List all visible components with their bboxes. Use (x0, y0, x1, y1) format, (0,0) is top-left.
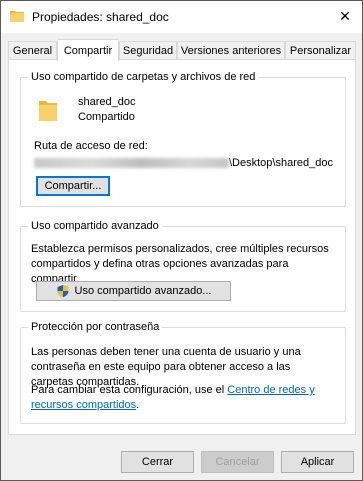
close-icon: ✕ (339, 7, 351, 24)
network-sharing-group: Uso compartido de carpetas y archivos de… (20, 70, 346, 207)
shared-item-status: Compartido (78, 111, 135, 123)
tab-versiones-anteriores[interactable]: Versiones anteriores (177, 41, 285, 60)
window-title: Propiedades: shared_doc (32, 10, 169, 24)
tab-personalizar[interactable]: Personalizar (285, 41, 356, 60)
tab-seguridad[interactable]: Seguridad (119, 41, 177, 60)
password-protection-title: Protección por contraseña (28, 320, 163, 334)
redacted-path-segment (34, 158, 229, 169)
tab-strip: General Compartir Seguridad Versiones an… (8, 39, 358, 61)
network-path-label: Ruta de acceso de red: (34, 140, 148, 152)
folder-icon (39, 101, 57, 121)
title-bar[interactable]: Propiedades: shared_doc ✕ (1, 1, 362, 33)
network-path-suffix: \Desktop\shared_doc (229, 157, 333, 169)
close-button[interactable]: ✕ (330, 1, 360, 31)
advanced-sharing-title: Uso compartido avanzado (28, 219, 162, 233)
properties-window: Propiedades: shared_doc ✕ General Compar… (0, 0, 363, 481)
share-button[interactable]: Compartir... (36, 176, 110, 196)
apply-button[interactable]: Aplicar (281, 451, 354, 473)
password-protection-group: Protección por contraseña Las personas d… (20, 320, 346, 424)
cancel-button[interactable]: Cancelar (201, 451, 274, 473)
change-settings-suffix: . (136, 399, 140, 411)
folder-icon (10, 11, 24, 22)
network-sharing-title: Uso compartido de carpetas y archivos de… (28, 70, 259, 84)
advanced-sharing-button-label: Uso compartido avanzado... (74, 285, 212, 297)
advanced-sharing-group: Uso compartido avanzado Establezca permi… (20, 219, 346, 312)
password-protection-change-text: Para cambiar esta configuración, use el … (31, 383, 331, 413)
change-settings-prefix: Para cambiar esta configuración, use el (31, 384, 228, 396)
uac-shield-icon (57, 285, 69, 298)
tab-panel-compartir: Uso compartido de carpetas y archivos de… (8, 59, 356, 435)
tab-compartir[interactable]: Compartir (57, 39, 119, 61)
advanced-sharing-button[interactable]: Uso compartido avanzado... (36, 281, 231, 301)
shared-item-name: shared_doc (78, 96, 136, 108)
close-dialog-button[interactable]: Cerrar (121, 451, 194, 473)
tab-general[interactable]: General (8, 41, 57, 60)
network-path-value: \Desktop\shared_doc (34, 156, 333, 171)
